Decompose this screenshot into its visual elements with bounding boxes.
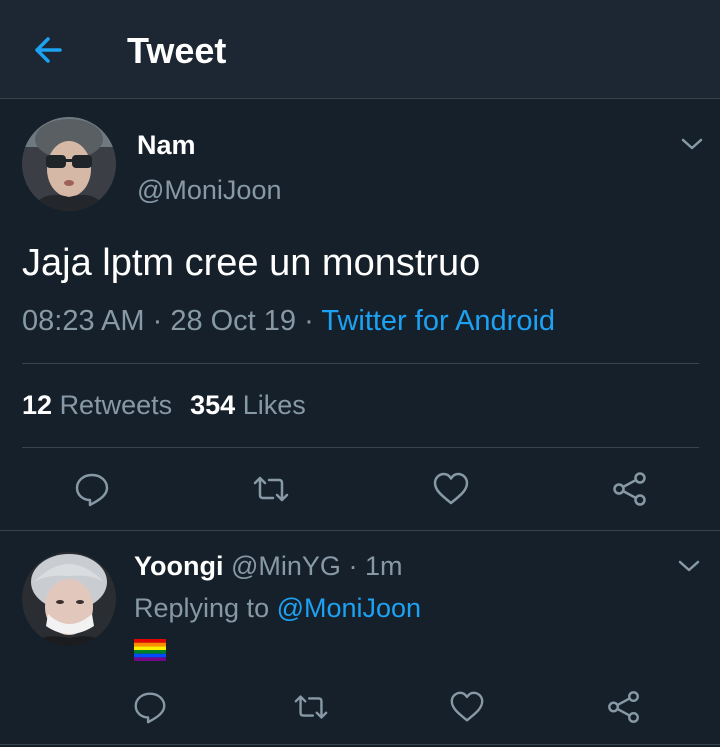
like-button[interactable] <box>448 688 486 726</box>
tweet-time: 08:23 AM <box>22 305 145 337</box>
like-button[interactable] <box>431 469 471 509</box>
divider <box>22 363 699 364</box>
comment-icon <box>134 692 166 724</box>
share-icon <box>613 472 646 506</box>
author-name[interactable]: Nam <box>137 130 196 161</box>
tweet-stats: 12 Retweets 354 Likes <box>22 390 306 421</box>
chevron-down-icon <box>678 560 700 572</box>
heart-icon <box>433 472 469 505</box>
reply-time: 1m <box>364 551 403 581</box>
tweet-meta: 08:23 AM · 28 Oct 19 · Twitter for Andro… <box>22 305 555 338</box>
tweet-text: Jaja lptm cree un monstruo <box>22 242 481 284</box>
retweets-count: 12 <box>22 390 53 420</box>
tweet-menu-button[interactable] <box>680 136 704 152</box>
top-bar: Tweet <box>0 0 720 99</box>
meta-separator: · <box>296 305 322 337</box>
page-title: Tweet <box>127 30 227 71</box>
chevron-down-icon <box>681 138 703 150</box>
replying-to: Replying to @MoniJoon <box>134 593 421 624</box>
retweet-icon <box>253 476 289 502</box>
avatar-image <box>22 552 116 646</box>
likes-count: 354 <box>190 390 236 420</box>
divider <box>22 447 699 448</box>
author-handle[interactable]: @MoniJoon <box>137 175 281 206</box>
retweet-icon <box>294 695 328 719</box>
comment-icon <box>75 473 109 507</box>
likes-stat[interactable]: 354 Likes <box>190 390 306 420</box>
reply-menu-button[interactable] <box>677 558 701 574</box>
arrow-left-icon <box>35 37 62 63</box>
reply-author-name[interactable]: Yoongi <box>134 551 223 581</box>
share-button[interactable] <box>610 469 650 509</box>
avatar-image <box>22 117 116 211</box>
reply-button[interactable] <box>131 688 169 726</box>
avatar-yoongi[interactable] <box>22 552 116 646</box>
section-divider <box>0 744 720 745</box>
section-divider <box>0 530 720 531</box>
retweet-button[interactable] <box>251 469 291 509</box>
share-icon <box>608 691 639 723</box>
reply-button[interactable] <box>72 469 112 509</box>
likes-label: Likes <box>242 390 306 420</box>
tweet-source-link[interactable]: Twitter for Android <box>321 305 555 337</box>
retweets-label: Retweets <box>59 390 173 420</box>
tweet-date: 28 Oct 19 <box>170 305 297 337</box>
retweet-button[interactable] <box>292 688 330 726</box>
retweets-stat[interactable]: 12 Retweets <box>22 390 172 420</box>
reply-header: Yoongi @MinYG · 1m <box>134 551 402 582</box>
mention-link[interactable]: @MoniJoon <box>277 593 421 623</box>
share-button[interactable] <box>605 688 643 726</box>
replying-prefix: Replying to <box>134 593 277 623</box>
meta-separator: · <box>340 551 365 581</box>
rainbow-flag-emoji <box>134 639 166 661</box>
back-button[interactable] <box>30 32 70 68</box>
reply-author-handle[interactable]: @MinYG <box>231 551 341 581</box>
avatar-nam[interactable] <box>22 117 116 211</box>
meta-separator: · <box>144 305 171 337</box>
heart-icon <box>450 691 484 722</box>
